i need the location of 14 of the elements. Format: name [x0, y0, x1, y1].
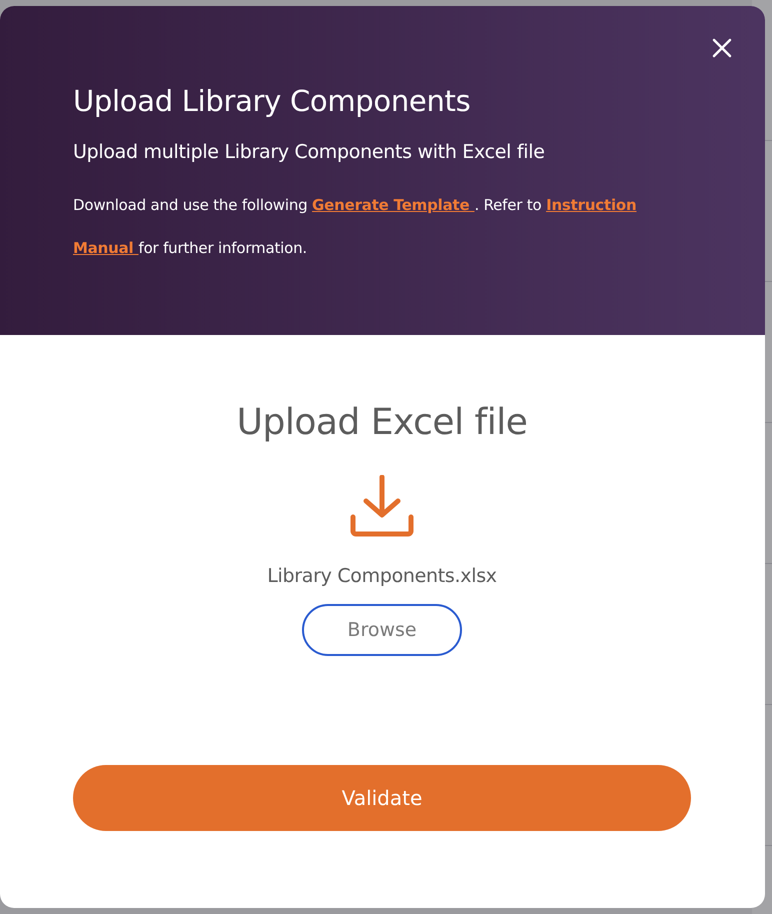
upload-heading: Upload Excel file [236, 401, 528, 445]
dialog-subtitle: Upload multiple Library Components with Excel file [73, 140, 546, 164]
description-text: for further information. [138, 239, 307, 257]
file-name: Library Components.xlsx [267, 565, 497, 587]
validate-button[interactable]: Validate [73, 765, 691, 831]
description-text: Download and use the following [73, 196, 308, 214]
dialog-title: Upload Library Components [73, 84, 472, 118]
link[interactable]: Manual [73, 239, 138, 257]
description-text: . Refer to [474, 196, 542, 214]
close-icon[interactable] [712, 38, 732, 58]
link[interactable]: Instruction [546, 196, 636, 214]
download-icon [350, 475, 414, 537]
link[interactable]: Generate Template [312, 196, 474, 214]
browse-button[interactable]: Browse [302, 604, 462, 656]
